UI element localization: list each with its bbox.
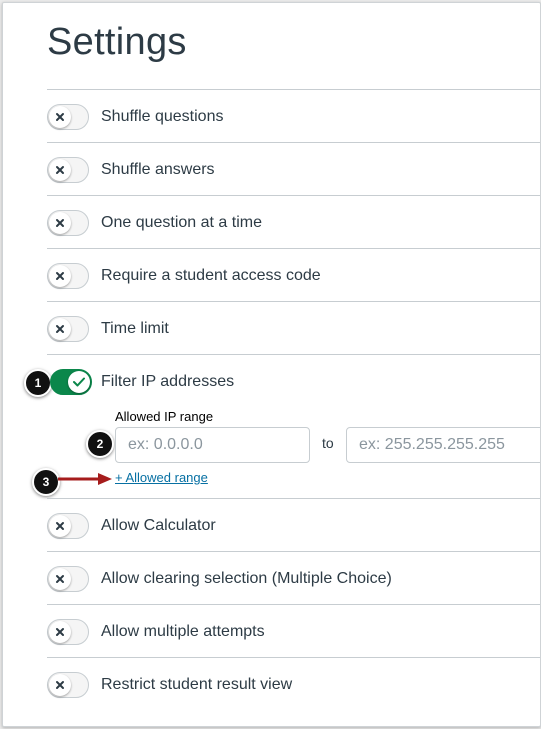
divider	[47, 195, 540, 196]
setting-label-allow-multiple-attempts: Allow multiple attempts	[101, 623, 265, 640]
x-icon	[56, 166, 64, 174]
x-icon	[56, 113, 64, 121]
divider	[47, 89, 540, 90]
divider	[47, 551, 540, 552]
toggle-time-limit[interactable]	[47, 316, 89, 342]
setting-label-shuffle-answers: Shuffle answers	[101, 161, 215, 178]
x-icon	[56, 681, 64, 689]
toggle-allow-clearing-selection[interactable]	[47, 566, 89, 592]
toggle-restrict-student-result-view[interactable]	[47, 672, 89, 698]
setting-label-filter-ip: Filter IP addresses	[101, 373, 235, 390]
toggle-allow-multiple-attempts[interactable]	[47, 619, 89, 645]
add-allowed-range-link[interactable]: + Allowed range	[115, 470, 208, 485]
divider	[47, 142, 540, 143]
check-icon	[73, 377, 85, 387]
settings-panel: Settings Shuffle questions Shuffle answe…	[2, 2, 541, 727]
toggle-require-access-code[interactable]	[47, 263, 89, 289]
setting-label-allow-clearing-selection: Allow clearing selection (Multiple Choic…	[101, 570, 392, 587]
setting-label-shuffle-questions: Shuffle questions	[101, 108, 224, 125]
callout-badge-2: 2	[86, 430, 114, 458]
divider	[47, 657, 540, 658]
setting-label-require-access-code: Require a student access code	[101, 267, 321, 284]
divider	[47, 498, 540, 499]
x-icon	[56, 575, 64, 583]
arrow-right-icon	[58, 473, 112, 485]
allowed-ip-range-label: Allowed IP range	[115, 409, 214, 424]
toggle-filter-ip-addresses[interactable]	[50, 369, 92, 395]
x-icon	[56, 325, 64, 333]
toggle-shuffle-questions[interactable]	[47, 104, 89, 130]
setting-label-one-question: One question at a time	[101, 214, 262, 231]
toggle-shuffle-answers[interactable]	[47, 157, 89, 183]
ip-range-from-input[interactable]	[115, 427, 310, 463]
x-icon	[56, 219, 64, 227]
divider	[47, 301, 540, 302]
callout-badge-3: 3	[32, 468, 60, 496]
ip-range-to-input[interactable]	[346, 427, 540, 463]
callout-badge-1: 1	[24, 369, 52, 397]
setting-label-restrict-result-view: Restrict student result view	[101, 676, 293, 693]
x-icon	[56, 272, 64, 280]
divider	[47, 248, 540, 249]
setting-label-allow-calculator: Allow Calculator	[101, 517, 216, 534]
setting-label-time-limit: Time limit	[101, 320, 169, 337]
toggle-one-question-at-a-time[interactable]	[47, 210, 89, 236]
to-label: to	[322, 435, 334, 451]
x-icon	[56, 522, 64, 530]
toggle-allow-calculator[interactable]	[47, 513, 89, 539]
divider	[47, 604, 540, 605]
divider	[47, 354, 540, 355]
page-title: Settings	[47, 21, 187, 63]
x-icon	[56, 628, 64, 636]
